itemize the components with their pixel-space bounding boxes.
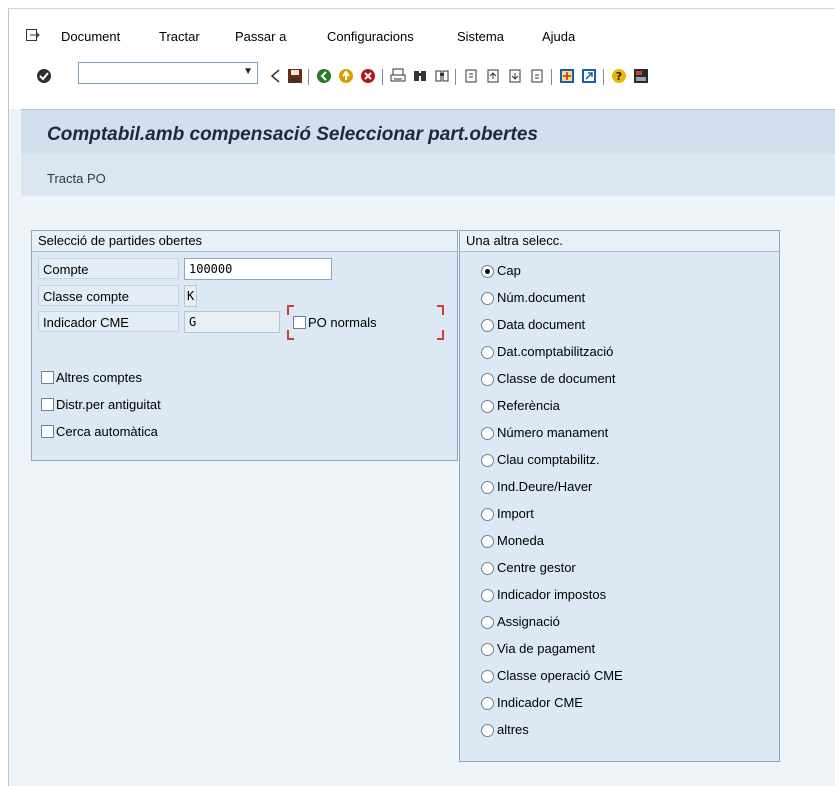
classe-compte-field: K	[184, 285, 197, 307]
radio-label: altres	[497, 722, 529, 737]
menu-document[interactable]: Document	[61, 29, 120, 44]
radio-referencia[interactable]	[481, 400, 494, 413]
radio-label: Número manament	[497, 425, 609, 440]
find-next-icon[interactable]	[433, 67, 451, 85]
radio-label: Dat.comptabilització	[497, 344, 614, 359]
customize-layout-icon[interactable]	[632, 67, 650, 85]
indicador-cme-label: Indicador CME	[38, 311, 179, 332]
radio-label: Classe de document	[497, 371, 616, 386]
po-normals-checkbox[interactable]	[293, 316, 306, 329]
radio-moneda[interactable]	[481, 535, 494, 548]
radio-data-document[interactable]	[481, 319, 494, 332]
radio-label: Ind.Deure/Haver	[497, 479, 593, 494]
next-page-icon[interactable]	[506, 67, 524, 85]
exit-icon[interactable]	[337, 67, 355, 85]
command-field[interactable]: ▼	[78, 62, 258, 84]
tracta-po-button[interactable]: Tracta PO	[47, 171, 106, 186]
page-title: Comptabil.amb compensació Seleccionar pa…	[47, 124, 538, 145]
indicador-cme-field: G	[184, 311, 280, 333]
chevron-down-icon[interactable]: ▼	[243, 66, 253, 77]
toolbar-separator	[382, 69, 383, 85]
cerca-automatica-checkbox[interactable]	[41, 425, 54, 438]
radio-label: Núm.document	[497, 290, 586, 305]
radio-label: Via de pagament	[497, 641, 596, 656]
toolbar-separator	[455, 69, 456, 85]
radio-dat-comptabilitzacio[interactable]	[481, 346, 494, 359]
group-title: Selecció de partides obertes	[32, 231, 457, 252]
radio-label: Assignació	[497, 614, 560, 629]
cerca-automatica-label: Cerca automàtica	[56, 424, 158, 439]
create-session-icon[interactable]	[558, 67, 576, 85]
menu-ajuda[interactable]: Ajuda	[542, 29, 575, 44]
last-page-icon[interactable]	[528, 67, 546, 85]
menu-sistema[interactable]: Sistema	[457, 29, 504, 44]
radio-label: Clau comptabilitz.	[497, 452, 600, 467]
menu-tractar[interactable]: Tractar	[159, 29, 200, 44]
save-icon[interactable]	[286, 67, 304, 85]
toolbar-separator	[308, 69, 309, 85]
focus-bracket	[287, 330, 294, 340]
title-bar: Comptabil.amb compensació Seleccionar pa…	[21, 110, 835, 154]
title-area: Comptabil.amb compensació Seleccionar pa…	[21, 109, 835, 196]
sap-window: Document Tractar Passar a Configuracions…	[8, 8, 835, 786]
menu-exit-icon[interactable]	[26, 29, 40, 41]
menu-bar: Document Tractar Passar a Configuracions…	[9, 9, 835, 58]
classe-compte-label: Classe compte	[38, 285, 179, 306]
altres-comptes-label: Altres comptes	[56, 370, 142, 385]
distr-antiguitat-checkbox[interactable]	[41, 398, 54, 411]
help-icon[interactable]: ?	[610, 67, 628, 85]
compte-input[interactable]: 100000	[184, 258, 332, 280]
previous-page-icon[interactable]	[484, 67, 502, 85]
group-title: Una altra selecc.	[460, 231, 779, 252]
toolbar-separator	[551, 69, 552, 85]
svg-text:?: ?	[616, 70, 622, 83]
radio-classe-document[interactable]	[481, 373, 494, 386]
radio-label: Import	[497, 506, 534, 521]
menu-configuracions[interactable]: Configuracions	[327, 29, 414, 44]
radio-label: Indicador CME	[497, 695, 583, 710]
radio-centre-gestor[interactable]	[481, 562, 494, 575]
radio-label: Data document	[497, 317, 586, 332]
find-icon[interactable]	[411, 67, 429, 85]
other-selection-group: Una altra selecc. Cap Núm.document Data …	[459, 230, 780, 762]
shortcut-icon[interactable]	[580, 67, 598, 85]
radio-assignacio[interactable]	[481, 616, 494, 629]
menu-passar-a[interactable]: Passar a	[235, 29, 286, 44]
enter-check-icon[interactable]	[35, 67, 53, 85]
radio-clau-comptabilitz[interactable]	[481, 454, 494, 467]
radio-label: Cap	[497, 263, 521, 278]
altres-comptes-checkbox[interactable]	[41, 371, 54, 384]
radio-indicador-cme[interactable]	[481, 697, 494, 710]
toolbar-separator	[603, 69, 604, 85]
radio-ind-deure-haver[interactable]	[481, 481, 494, 494]
radio-num-document[interactable]	[481, 292, 494, 305]
radio-label: Referència	[497, 398, 560, 413]
print-icon[interactable]	[389, 67, 407, 85]
first-page-icon[interactable]	[462, 67, 480, 85]
radio-classe-operacio-cme[interactable]	[481, 670, 494, 683]
po-normals-label: PO normals	[308, 315, 377, 330]
radio-altres[interactable]	[481, 724, 494, 737]
standard-toolbar: ▼ ?	[9, 58, 835, 109]
radio-cap[interactable]	[481, 265, 494, 278]
compte-label: Compte	[38, 258, 179, 279]
back-arrow-icon[interactable]	[267, 67, 285, 85]
distr-antiguitat-label: Distr.per antiguitat	[56, 397, 161, 412]
focus-bracket	[287, 305, 294, 315]
back-icon[interactable]	[315, 67, 333, 85]
radio-import[interactable]	[481, 508, 494, 521]
radio-numero-manament[interactable]	[481, 427, 494, 440]
radio-label: Indicador impostos	[497, 587, 607, 602]
radio-indicador-impostos[interactable]	[481, 589, 494, 602]
focus-bracket	[437, 330, 444, 340]
radio-label: Classe operació CME	[497, 668, 623, 683]
cancel-icon[interactable]	[359, 67, 377, 85]
open-items-selection-group: Selecció de partides obertes Compte 1000…	[31, 230, 458, 461]
radio-via-pagament[interactable]	[481, 643, 494, 656]
radio-label: Moneda	[497, 533, 544, 548]
focus-bracket	[437, 305, 444, 315]
radio-label: Centre gestor	[497, 560, 576, 575]
